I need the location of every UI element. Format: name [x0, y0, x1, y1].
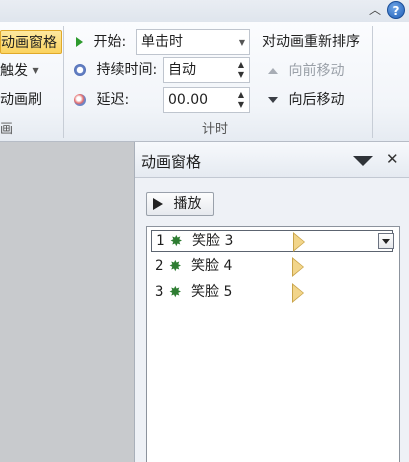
animation-list: 1 ✸ 笑脸 3 2 ✸ 笑脸 4 3 ✸ 笑脸 5 [146, 226, 400, 462]
play-button-label: 播放 [173, 196, 202, 212]
pane-title: 动画窗格 [141, 153, 202, 171]
effect-star-icon: ✸ [170, 232, 183, 250]
pane-menu-icon[interactable] [353, 156, 373, 166]
title-bar: ︿ ? [0, 0, 409, 22]
item-name: 笑脸 5 [191, 284, 233, 300]
play-button[interactable]: 播放 [146, 192, 214, 216]
pane-header: 动画窗格 ✕ [135, 142, 409, 178]
move-up-icon [268, 68, 278, 74]
start-select[interactable]: 单击时 ▼ [136, 29, 250, 55]
move-earlier-button[interactable]: 向前移动 [268, 59, 344, 83]
item-number: 2 [155, 258, 164, 274]
start-icon [76, 37, 83, 47]
move-later-label: 向后移动 [288, 92, 345, 108]
item-number: 3 [155, 284, 164, 300]
group-separator [372, 26, 373, 138]
reorder-title: 对动画重新排序 [262, 34, 360, 50]
animation-painter-label: 动画刷 [0, 92, 42, 108]
spin-arrows-icon[interactable]: ▲ ▼ [235, 60, 247, 80]
animation-pane-button-label: 动画窗格 [1, 35, 57, 51]
trigger-button[interactable]: 触发 ▼ [0, 59, 39, 83]
group-label-timing: 计时 [202, 122, 229, 137]
slide-area[interactable] [0, 142, 134, 462]
move-earlier-label: 向前移动 [288, 63, 345, 79]
duration-label: 持续时间: [74, 58, 157, 82]
timeline-bar-fill [293, 285, 303, 301]
dropdown-arrow-icon: ▼ [32, 66, 39, 75]
item-name: 笑脸 3 [192, 233, 234, 249]
delay-label-text: 延迟: [96, 92, 130, 108]
clock-icon [74, 64, 86, 76]
item-number: 1 [156, 233, 165, 249]
trigger-button-label: 触发 [0, 63, 28, 79]
ribbon: 动画窗格 触发 ▼ 动画刷 画 开始: 单击时 ▼ 持续时间: 自动 ▲ ▼ 延迟… [0, 22, 409, 142]
effect-star-icon: ✸ [169, 283, 182, 301]
delay-value: 00.00 [168, 92, 209, 108]
item-name: 笑脸 4 [191, 258, 233, 274]
effect-star-icon: ✸ [169, 257, 182, 275]
move-later-button[interactable]: 向后移动 [268, 88, 344, 112]
animation-pane-button[interactable]: 动画窗格 [0, 30, 62, 54]
delay-stepper[interactable]: 00.00 ▲ ▼ [163, 87, 250, 113]
start-label: 开始: [76, 30, 126, 54]
start-select-value: 单击时 [141, 34, 183, 50]
group-label-advanced: 画 [0, 122, 14, 137]
animation-painter-button[interactable]: 动画刷 [0, 88, 42, 112]
duration-label-text: 持续时间: [96, 62, 158, 78]
timeline-bar-fill [293, 259, 303, 275]
list-item[interactable]: 3 ✸ 笑脸 5 [151, 282, 393, 304]
spin-arrows-icon[interactable]: ▲ ▼ [235, 90, 247, 110]
list-item[interactable]: 2 ✸ 笑脸 4 [151, 256, 393, 278]
minimize-ribbon-icon[interactable]: ︿ [367, 2, 383, 18]
help-icon[interactable]: ? [387, 1, 405, 19]
play-icon [153, 198, 163, 210]
item-dropdown-button[interactable] [378, 233, 394, 249]
move-down-icon [268, 97, 278, 103]
group-separator [63, 26, 64, 138]
duration-stepper[interactable]: 自动 ▲ ▼ [163, 57, 250, 83]
timeline-bar-fill [294, 234, 304, 250]
animation-pane: 动画窗格 ✕ 播放 1 ✸ 笑脸 3 2 ✸ 笑脸 4 3 ✸ 笑脸 5 [134, 142, 409, 462]
dropdown-arrow-icon: ▼ [238, 38, 245, 47]
start-label-text: 开始: [93, 34, 127, 50]
close-icon[interactable]: ✕ [386, 150, 399, 168]
duration-value: 自动 [168, 62, 196, 78]
delay-label: 延迟: [74, 88, 129, 112]
delay-icon [74, 94, 86, 106]
list-item[interactable]: 1 ✸ 笑脸 3 [151, 230, 394, 252]
